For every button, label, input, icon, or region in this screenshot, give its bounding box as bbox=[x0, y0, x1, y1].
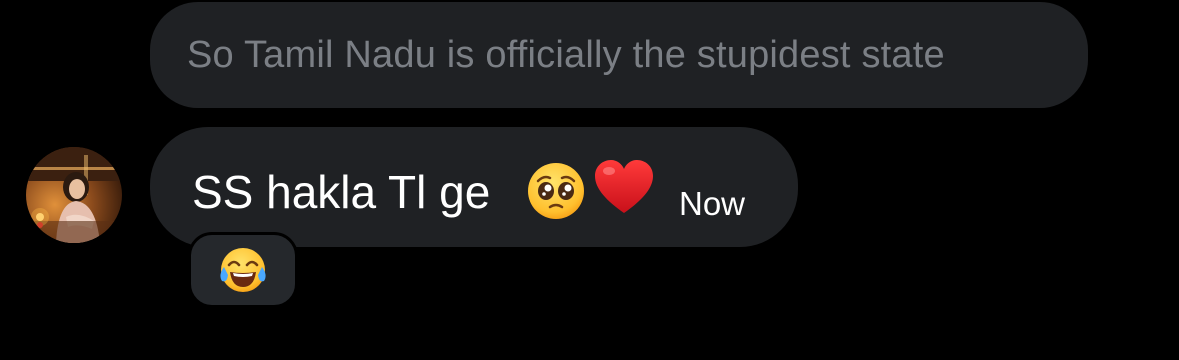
message-bubble[interactable]: SS hakla Tl ge Now bbox=[150, 127, 798, 247]
quoted-message-text: So Tamil Nadu is officially the stupides… bbox=[187, 33, 945, 76]
avatar[interactable] bbox=[26, 147, 122, 243]
avatar-photo bbox=[26, 147, 122, 243]
quoted-message-bubble[interactable]: So Tamil Nadu is officially the stupides… bbox=[150, 2, 1088, 108]
pleading-face-emoji bbox=[528, 163, 584, 219]
face-with-tears-of-joy-emoji bbox=[220, 248, 266, 292]
message-timestamp: Now bbox=[679, 185, 746, 222]
message-text: SS hakla Tl ge bbox=[192, 166, 491, 218]
reaction-badge[interactable] bbox=[188, 232, 298, 308]
red-heart-emoji bbox=[595, 160, 653, 213]
